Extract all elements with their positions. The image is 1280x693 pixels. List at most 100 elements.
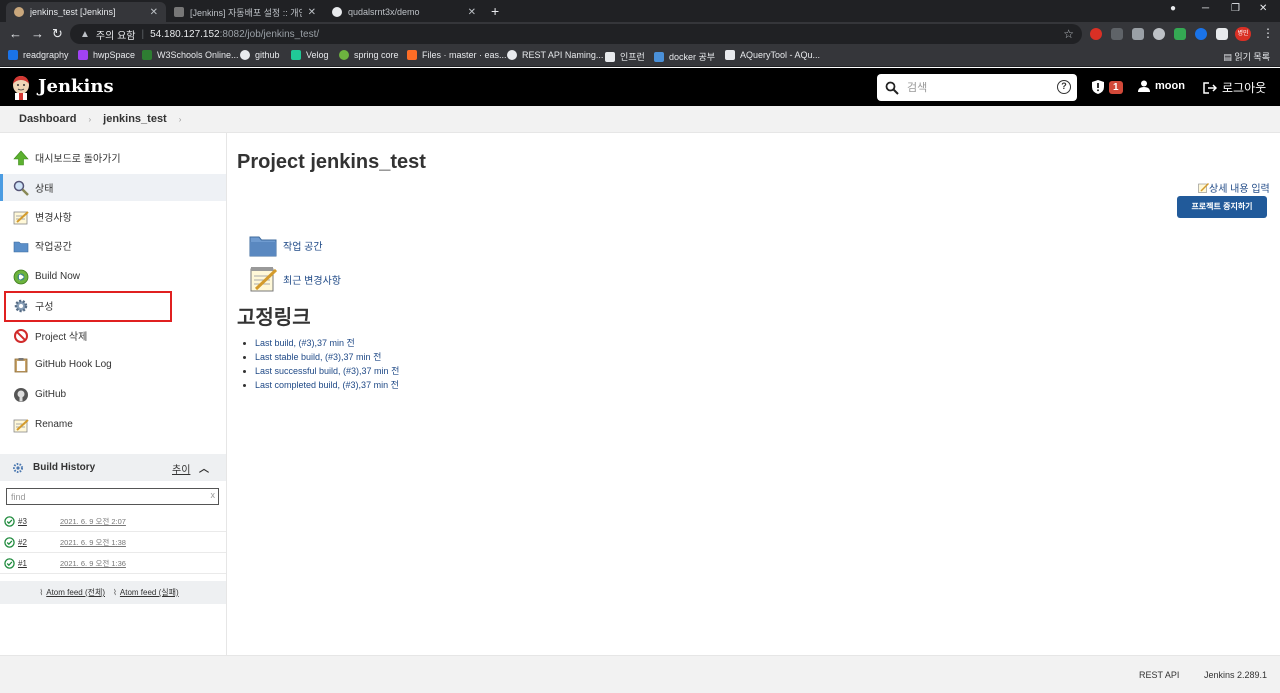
rss-icon: ⌇ [113,588,117,597]
clear-filter-icon[interactable]: x [211,490,216,500]
permalink-last-completed-build[interactable]: Last completed build, (#3),37 min 전 [255,380,399,390]
minimize-icon[interactable]: ─ [1202,3,1209,14]
page-footer: REST API Jenkins 2.289.1 [0,655,1280,693]
user-menu[interactable]: moon [1138,80,1185,92]
bookmark-star-icon[interactable]: ☆ [1063,27,1074,41]
extension-icon[interactable] [1132,28,1144,40]
browser-tab-github[interactable]: qudalsrnt3x/demo ✕ [324,2,484,22]
task-status[interactable]: 상태 [0,174,226,201]
reading-list-icon: ▤ [1223,52,1235,62]
task-delete-project[interactable]: Project 삭제 [0,322,226,349]
close-window-icon[interactable]: ✕ [1259,3,1267,14]
breadcrumb-chevron-icon[interactable]: › [179,115,182,124]
breadcrumb-dashboard[interactable]: Dashboard [19,113,76,125]
new-tab-button[interactable]: + [491,3,499,19]
rest-api-link[interactable]: REST API [1139,670,1179,680]
extension-icon[interactable] [1195,28,1207,40]
extension-icon[interactable] [1111,28,1123,40]
bookmark-github[interactable]: github [240,50,280,60]
extension-icon[interactable] [1174,28,1186,40]
task-changes[interactable]: 변경사항 [0,203,226,230]
success-check-icon [4,557,15,569]
collapse-chevron-icon[interactable]: ︿ [199,460,209,475]
bookmark-docker[interactable]: docker 공부 [654,50,715,63]
maximize-icon[interactable]: ❐ [1231,3,1240,14]
tab-search-icon[interactable]: ● [1170,3,1176,14]
breadcrumb-chevron-icon[interactable]: › [88,115,91,124]
rss-icon: ⌇ [39,588,44,597]
browser-tab-blog[interactable]: [Jenkins] 자동배포 설정 :: 개인 ✕ [166,2,324,22]
forward-icon[interactable]: → [31,26,44,42]
build-number[interactable]: #2 [18,538,60,547]
github-icon [240,50,250,60]
success-check-icon [4,536,15,548]
trend-link[interactable]: 추이 [172,461,190,476]
extension-icon[interactable] [1153,28,1165,40]
address-bar[interactable]: ▲ 주의 요함 | 54.180.127.152 :8082/job/jenki… [70,24,1082,44]
browser-menu-icon[interactable]: ⋮ [1262,26,1274,40]
bookmark-velog[interactable]: Velog [291,50,329,60]
build-filter-input[interactable] [7,491,202,502]
disable-project-button[interactable]: 프로젝트 중지하기 [1177,196,1267,218]
reading-list[interactable]: ▤ 읽기 목록 [1223,50,1270,63]
profile-avatar[interactable]: 병민 [1235,27,1251,41]
jenkins-brand[interactable]: Jenkins [38,76,114,97]
jenkins-version-link[interactable]: Jenkins 2.289.1 [1204,670,1267,680]
search-input[interactable] [907,81,1047,94]
edit-description-link[interactable]: 상세 내용 입력 [1198,180,1270,195]
bookmark-hwpspace[interactable]: hwpSpace [78,50,135,60]
permalink-last-build[interactable]: Last build, (#3),37 min 전 [255,338,355,348]
bookmark-spring-core[interactable]: spring core [339,50,399,60]
bookmark-label: readgraphy [23,50,69,60]
permalink-last-stable-build[interactable]: Last stable build, (#3),37 min 전 [255,352,381,362]
task-back-to-dashboard[interactable]: 대시보드로 돌아가기 [0,144,226,171]
bookmark-w3schools[interactable]: W3Schools Online... [142,50,239,60]
bookmark-aquerytool[interactable]: AQueryTool - AQu... [725,50,820,60]
task-build-now[interactable]: Build Now [0,263,226,290]
bookmark-inflearn[interactable]: 인프런 [605,50,645,63]
search-box: ? [877,74,1077,101]
atom-feed-failures-link[interactable]: Atom feed (실패) [120,587,179,598]
logout-link[interactable]: 로그아웃 [1203,79,1266,96]
build-number[interactable]: #1 [18,559,60,568]
alert-count-badge[interactable]: 1 [1109,81,1123,94]
bookmark-icon [78,50,88,60]
notepad-icon [13,418,29,432]
bookmark-readgraphy[interactable]: readgraphy [8,50,69,60]
recent-changes-label: 최근 변경사항 [283,275,341,287]
task-github-hook-log[interactable]: GitHub Hook Log [0,351,226,378]
bookmark-rest-api-naming[interactable]: REST API Naming... [507,50,603,60]
close-tab-icon[interactable]: ✕ [150,7,158,18]
permalink-last-successful-build[interactable]: Last successful build, (#3),37 min 전 [255,366,399,376]
browser-tab-jenkins[interactable]: jenkins_test [Jenkins] ✕ [6,2,166,22]
build-date[interactable]: 2021. 6. 9 오전 1:36 [60,558,126,569]
extensions-puzzle-icon[interactable] [1216,28,1228,40]
recent-changes-link[interactable]: 최근 변경사항 [249,265,341,293]
task-rename[interactable]: Rename [0,411,226,438]
build-row[interactable]: #2 2021. 6. 9 오전 1:38 [0,532,226,553]
build-date[interactable]: 2021. 6. 9 오전 1:38 [60,537,126,548]
permalink-item: Last successful build, (#3),37 min 전 [255,364,399,378]
extension-icon[interactable] [1090,28,1102,40]
build-date[interactable]: 2021. 6. 9 오전 2:07 [60,516,126,527]
workspace-link[interactable]: 작업 공간 [249,231,323,259]
edit-description-label: 상세 내용 입력 [1209,184,1270,195]
jenkins-logo-icon[interactable] [10,74,32,100]
build-number[interactable]: #3 [18,517,60,526]
breadcrumb-job[interactable]: jenkins_test [103,113,167,125]
warning-icon: ▲ [80,28,90,40]
atom-feed-all-link[interactable]: Atom feed (전체) [46,587,105,598]
build-history-header: Build History 추이 ︿ [0,454,226,481]
security-alert-icon[interactable] [1092,80,1104,94]
build-row[interactable]: #3 2021. 6. 9 오전 2:07 [0,511,226,532]
task-github[interactable]: GitHub [0,381,226,408]
edit-note-icon [1198,182,1209,193]
close-tab-icon[interactable]: ✕ [308,7,316,18]
task-workspace[interactable]: 작업공간 [0,232,226,259]
back-icon[interactable]: ← [9,26,22,42]
close-tab-icon[interactable]: ✕ [468,7,476,18]
help-icon[interactable]: ? [1057,80,1071,94]
build-row[interactable]: #1 2021. 6. 9 오전 1:36 [0,553,226,574]
reload-icon[interactable]: ↻ [52,26,63,42]
bookmark-files-master[interactable]: Files · master · eas... [407,50,507,60]
